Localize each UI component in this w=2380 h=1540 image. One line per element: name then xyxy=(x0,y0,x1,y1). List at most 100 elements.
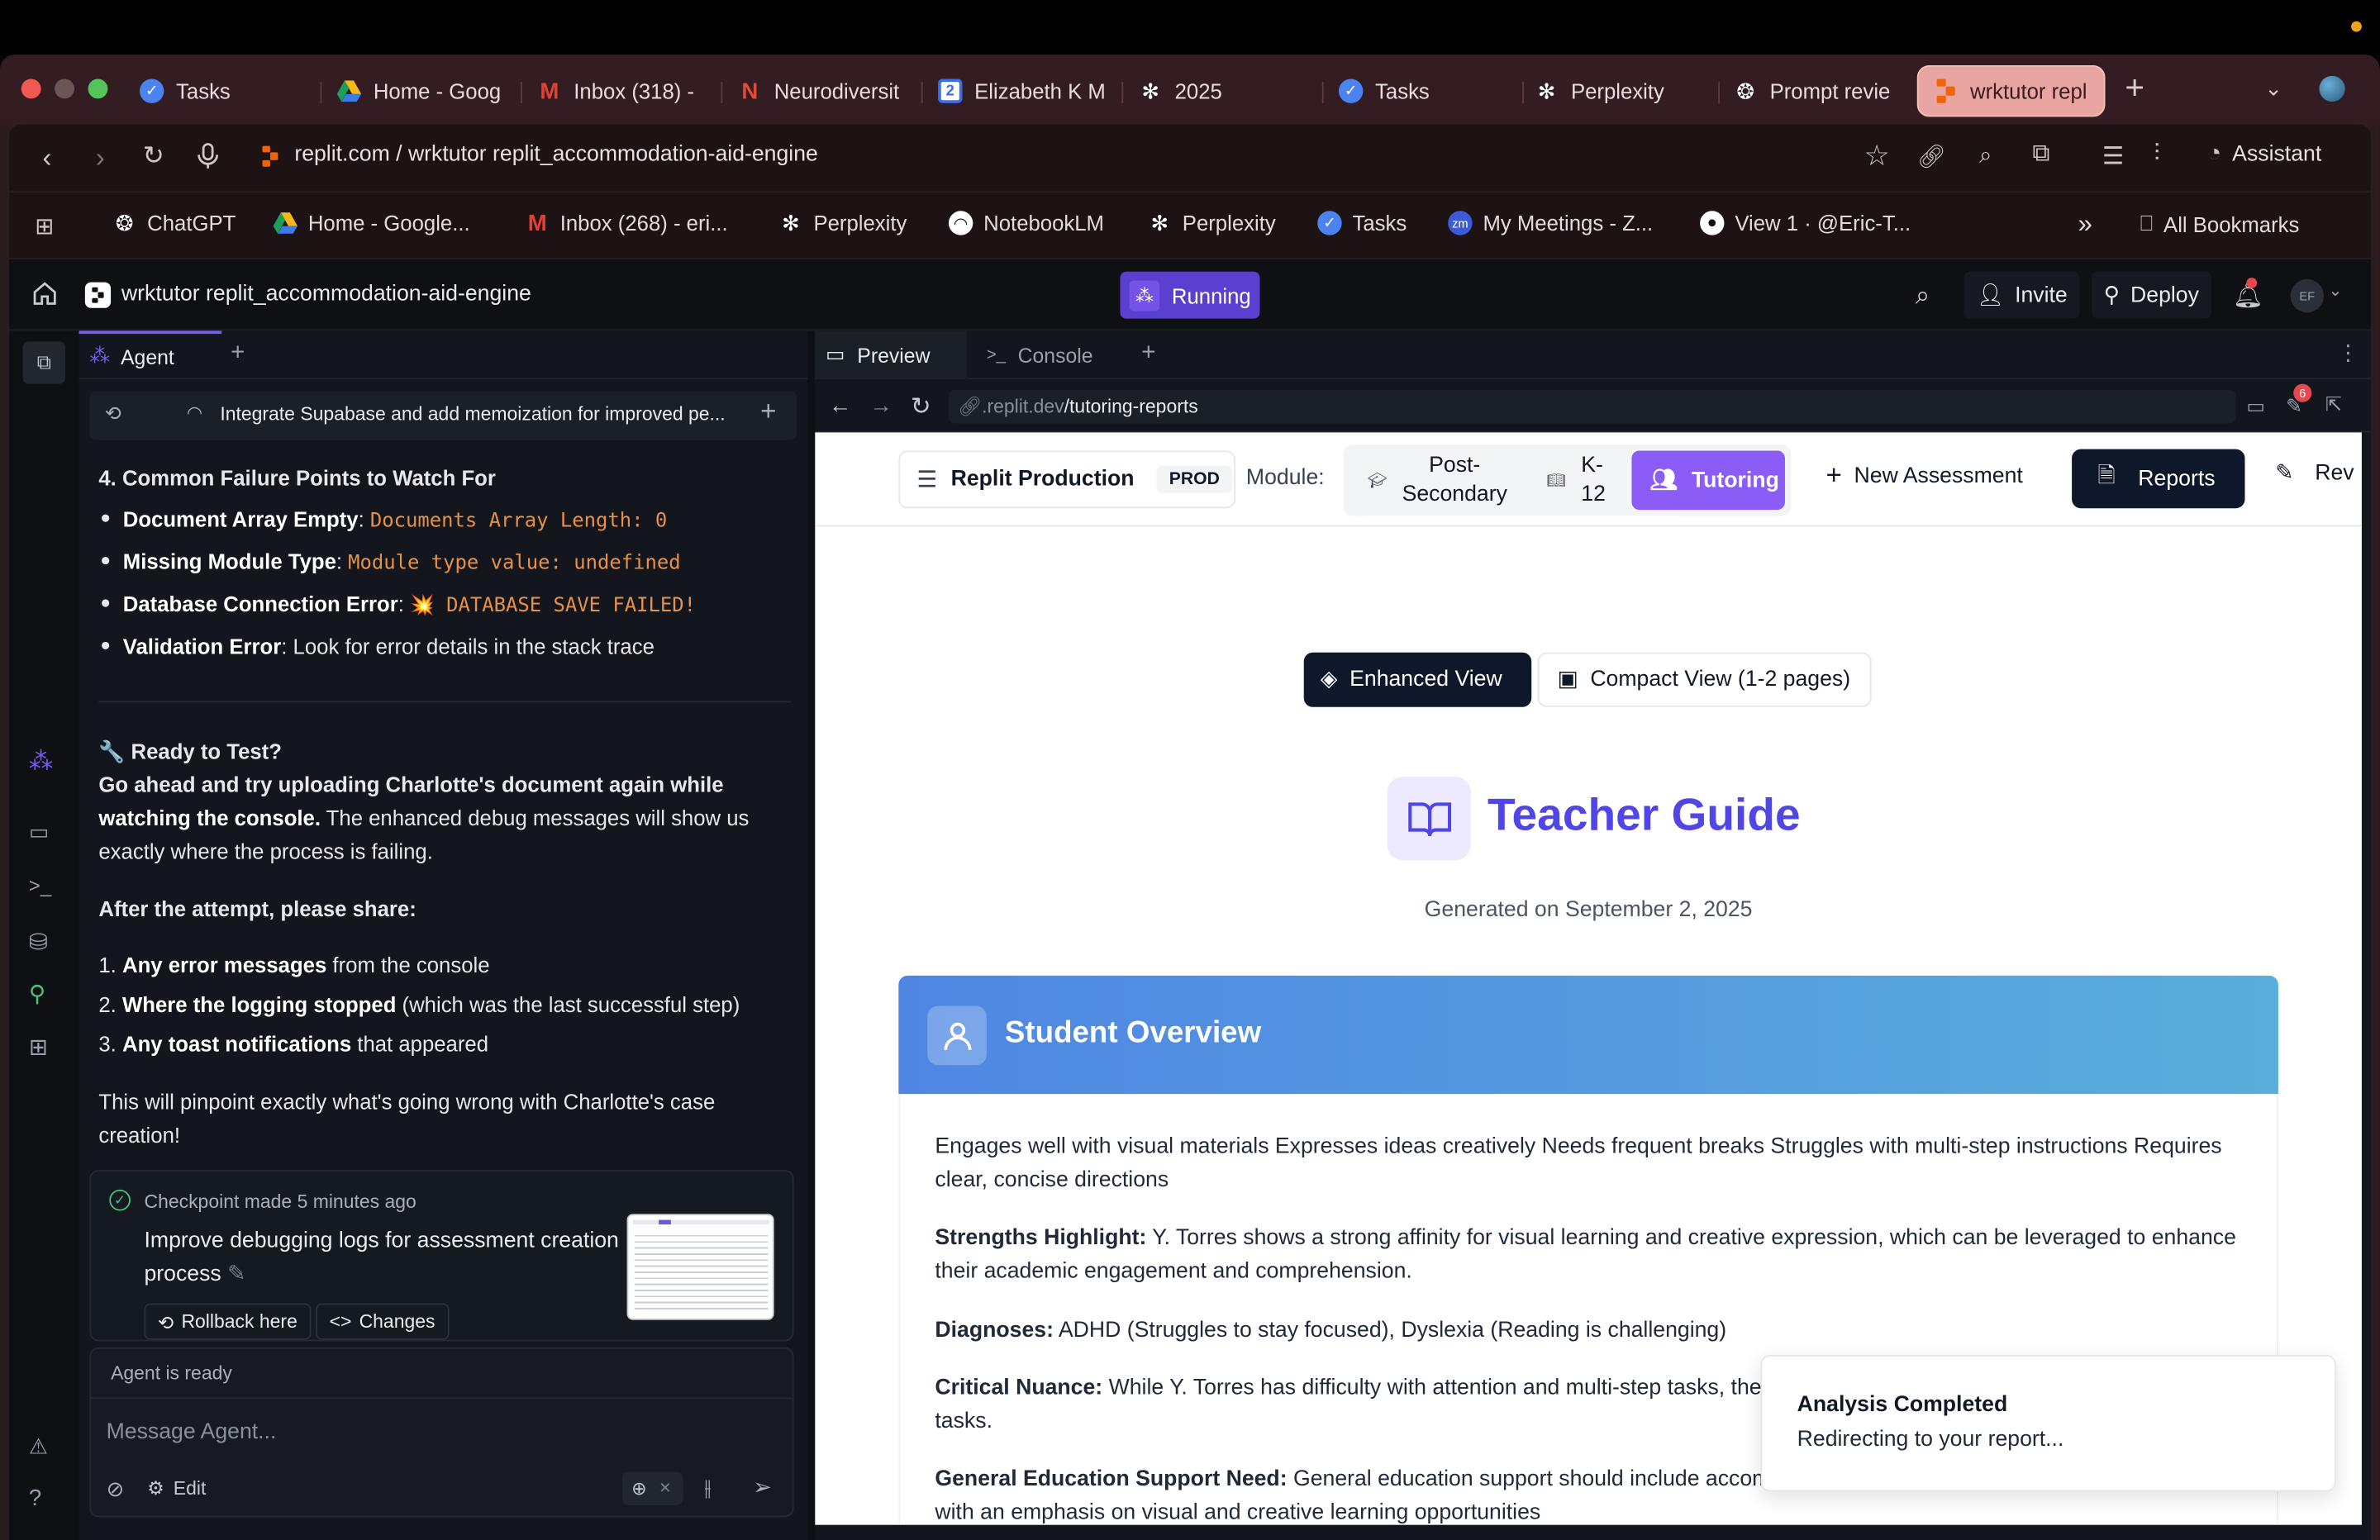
browser-tab[interactable]: ✓ Tasks xyxy=(125,65,315,116)
bookmark-google-drive[interactable]: Home - Google... xyxy=(273,211,470,235)
more-bookmarks-button[interactable]: » xyxy=(2078,209,2092,240)
run-status-button[interactable]: ⁂ Running xyxy=(1120,271,1260,319)
web-search-toggle[interactable]: ⊕ ✕ xyxy=(622,1471,683,1505)
new-assessment-button[interactable]: + New Assessment xyxy=(1826,459,2023,492)
link-icon[interactable]: 🔗︎ xyxy=(1917,143,1946,169)
browser-tab[interactable]: N Neurodiversit xyxy=(722,65,916,116)
search-icon[interactable]: ⌕ xyxy=(1916,281,1930,311)
bookmark-notebooklm[interactable]: ◠ NotebookLM xyxy=(948,211,1104,235)
browser-tab[interactable]: ✻ Perplexity xyxy=(1520,65,1714,116)
module-post-secondary[interactable]: 🎓︎ Post- Secondary xyxy=(1359,452,1533,510)
module-k12[interactable]: 📖︎ K- 12 xyxy=(1540,452,1624,510)
all-tools-icon[interactable]: ⊞ xyxy=(29,1034,60,1064)
edit-mode-button[interactable]: ⚙︎ Edit xyxy=(147,1476,206,1500)
history-icon[interactable]: ⟲ xyxy=(105,402,121,426)
profile-avatar[interactable] xyxy=(2319,75,2345,102)
bookmark-zoom-meetings[interactable]: zm My Meetings - Z... xyxy=(1448,211,1653,235)
preview-url-input[interactable]: 🔗︎.replit.dev/tutoring-reports xyxy=(948,389,2236,424)
tab-agent[interactable]: ⁂ Agent xyxy=(79,330,222,379)
files-icon[interactable]: ⧉ xyxy=(22,341,65,384)
browser-tab[interactable]: 2 Elizabeth K M xyxy=(923,65,1117,116)
stop-icon: ⁂ xyxy=(1129,279,1160,311)
forward-icon[interactable]: → xyxy=(869,393,892,419)
new-pane-tab-button[interactable]: + xyxy=(231,340,245,367)
open-external-icon[interactable]: ⇱ xyxy=(2325,393,2342,417)
pane-menu-icon[interactable]: ⋮ xyxy=(2338,340,2359,365)
bookmark-github[interactable]: ● View 1 · @Eric-T... xyxy=(1700,211,1911,235)
reload-icon[interactable]: ↻ xyxy=(143,141,164,172)
console-icon[interactable]: >_ xyxy=(29,874,60,905)
new-pane-tab-button[interactable]: + xyxy=(1141,340,1155,367)
notion-icon: N xyxy=(741,78,759,104)
microphone-icon[interactable] xyxy=(198,143,219,170)
minimize-window-button[interactable] xyxy=(55,78,74,99)
new-tab-button[interactable]: + xyxy=(2125,69,2144,108)
lens-icon[interactable]: ⌕ xyxy=(1979,143,1992,169)
zoom-window-button[interactable] xyxy=(88,78,108,99)
enhanced-view-button[interactable]: ◈ Enhanced View xyxy=(1303,652,1532,707)
browser-tab[interactable]: ✓ Tasks xyxy=(1324,65,1518,116)
avatar[interactable]: EF xyxy=(2290,278,2324,313)
alerts-icon[interactable]: ⚠︎ xyxy=(29,1433,60,1464)
browser-tab-active[interactable]: wrktutor repl xyxy=(1916,64,2106,117)
bookmark-gmail[interactable]: M Inbox (268) - eri... xyxy=(525,210,728,235)
back-icon[interactable]: ‹ xyxy=(42,143,51,175)
browser-tab[interactable]: ❂ Prompt revie xyxy=(1718,65,1912,116)
toast-title: Analysis Completed xyxy=(1797,1392,2008,1418)
toast-notification[interactable]: Analysis Completed Redirecting to your r… xyxy=(1760,1354,2336,1492)
agent-status: Agent is ready xyxy=(111,1362,232,1384)
message-input[interactable]: Message Agent... xyxy=(107,1411,774,1453)
avatar-chevron-icon[interactable]: ⌄ xyxy=(2328,281,2342,301)
thread-title[interactable]: Integrate Supabase and add memoization f… xyxy=(220,404,725,425)
reading-list-icon[interactable]: ☰ xyxy=(2102,141,2124,172)
rollback-button[interactable]: ⟲ Rollback here xyxy=(144,1303,312,1340)
preview-icon[interactable]: ▭ xyxy=(29,820,60,850)
tab-preview[interactable]: ▭ Preview xyxy=(815,330,967,380)
environment-selector[interactable]: ☰ Replit Production PROD xyxy=(898,450,1236,509)
deploy-button[interactable]: ⚲ Deploy xyxy=(2091,271,2211,319)
audio-icon[interactable]: ⫶ xyxy=(2154,141,2159,169)
deployments-icon[interactable]: ⚲ xyxy=(29,980,60,1010)
browser-tab[interactable]: M Inbox (318) - xyxy=(522,65,716,116)
bookmark-perplexity[interactable]: ✻ Perplexity xyxy=(1148,210,1275,235)
apps-grid-icon[interactable]: ⊞ xyxy=(35,212,54,240)
tab-search-chevron-icon[interactable]: ⌄ xyxy=(2264,76,2282,102)
settings-sliders-icon[interactable]: ⫲ xyxy=(704,1475,711,1500)
database-icon[interactable]: ⛁ xyxy=(29,929,60,959)
devices-icon[interactable]: ▭ xyxy=(2246,394,2265,418)
bookmark-tasks[interactable]: ✓ Tasks xyxy=(1317,211,1407,235)
checkpoint-screenshot-thumbnail[interactable] xyxy=(626,1214,774,1320)
close-icon[interactable]: ✕ xyxy=(659,1481,671,1497)
reload-icon[interactable]: ↻ xyxy=(911,392,931,422)
changes-button[interactable]: <> Changes xyxy=(316,1303,450,1340)
all-bookmarks-button[interactable]: ⎕ All Bookmarks xyxy=(2140,211,2300,236)
browser-tab[interactable]: Home - Goog xyxy=(321,65,516,116)
attach-icon[interactable]: ⊘ xyxy=(107,1476,125,1502)
module-tutoring[interactable]: 👥︎ Tutoring xyxy=(1631,450,1785,511)
assistant-button[interactable]: ◔ Assistant xyxy=(2207,141,2322,169)
browser-tab[interactable]: ✻ 2025 xyxy=(1123,65,1317,116)
send-icon[interactable]: ➢ xyxy=(753,1473,772,1500)
bookmark-perplexity[interactable]: ✻ Perplexity xyxy=(778,210,907,235)
invite-button[interactable]: 👤︎ Invite xyxy=(1963,271,2080,319)
back-icon[interactable]: ← xyxy=(829,393,852,419)
compact-view-button[interactable]: ▣ Compact View (1-2 pages) xyxy=(1537,652,1872,707)
edit-icon: ✎ xyxy=(2275,461,2294,486)
reports-button[interactable]: 🗎︎ Reports xyxy=(2072,449,2245,509)
help-icon[interactable]: ? xyxy=(29,1485,60,1516)
review-button[interactable]: ✎ Rev xyxy=(2275,461,2354,485)
notebooklm-icon: ◠ xyxy=(948,211,973,235)
tab-console[interactable]: >_ Console xyxy=(981,330,1124,379)
new-chat-button[interactable]: + xyxy=(760,396,776,428)
bookmark-star-icon[interactable]: ☆ xyxy=(1864,140,1889,174)
address-bar[interactable]: replit.com / wrktutor replit_accommodati… xyxy=(294,143,818,167)
close-window-button[interactable] xyxy=(21,78,41,99)
project-name[interactable]: wrktutor replit_accommodation-aid-engine xyxy=(121,283,531,307)
site-info-icon[interactable] xyxy=(261,145,279,167)
home-icon[interactable] xyxy=(32,281,58,307)
address-bar-row: ‹ › ↻ replit.com / wrktutor replit_accom… xyxy=(9,124,2371,192)
extensions-icon[interactable]: ⧉ xyxy=(2032,141,2049,169)
bookmark-chatgpt[interactable]: ❂ ChatGPT xyxy=(112,210,236,235)
forward-icon[interactable]: › xyxy=(96,143,105,175)
agent-icon[interactable]: ⁂ xyxy=(29,747,60,777)
